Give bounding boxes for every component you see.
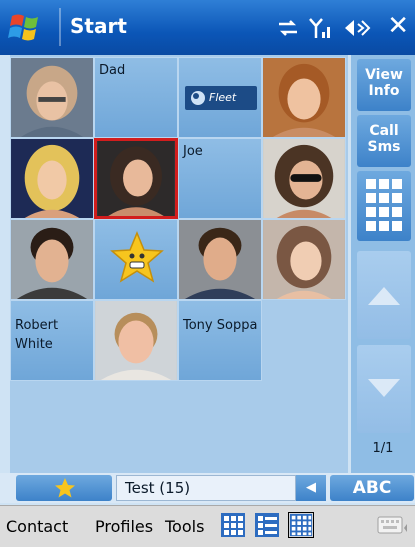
keyboard-icon[interactable] bbox=[377, 514, 409, 538]
empty-tile bbox=[262, 300, 346, 381]
contact-tile-fleet[interactable]: Fleet bbox=[178, 57, 262, 138]
call-sms-label: Call Sms bbox=[367, 123, 401, 155]
fleet-globe-icon bbox=[191, 91, 205, 105]
windows-start-icon[interactable] bbox=[8, 12, 44, 42]
menu-contact[interactable]: Contact bbox=[6, 517, 68, 536]
contact-name: Dad bbox=[99, 63, 126, 78]
call-sms-button[interactable]: Call Sms bbox=[357, 115, 411, 167]
side-button-panel: View Info Call Sms 1/1 bbox=[351, 55, 415, 473]
filter-left-arrow-button[interactable]: ◀ bbox=[296, 475, 326, 501]
contact-photo bbox=[263, 220, 345, 299]
star-icon bbox=[55, 478, 75, 498]
contact-tile-photo-2[interactable] bbox=[262, 57, 346, 138]
volume-icon[interactable] bbox=[342, 16, 372, 40]
title-bar: Start ✕ bbox=[0, 0, 415, 55]
contact-tile-star[interactable] bbox=[94, 219, 178, 300]
contact-tile-dad[interactable]: Dad bbox=[94, 57, 178, 138]
contact-name: Joe bbox=[183, 144, 203, 159]
contact-photo bbox=[263, 139, 345, 218]
contact-photo bbox=[11, 220, 93, 299]
contact-photo bbox=[263, 58, 345, 137]
favorites-button[interactable] bbox=[16, 475, 112, 501]
contact-tile-photo-selected[interactable] bbox=[94, 138, 178, 219]
contact-photo bbox=[97, 141, 175, 216]
large-grid-view-icon[interactable] bbox=[288, 512, 314, 538]
arrow-up-icon bbox=[368, 287, 400, 305]
contact-grid: Dad Fleet Joe Robert White Tony Soppa bbox=[10, 55, 348, 473]
menu-profiles[interactable]: Profiles bbox=[95, 517, 153, 536]
group-filter-field[interactable]: Test (15) bbox=[116, 475, 296, 501]
contact-photo bbox=[11, 58, 93, 137]
contact-tile-photo-3[interactable] bbox=[10, 138, 94, 219]
contact-tile-tony-soppa[interactable]: Tony Soppa bbox=[178, 300, 262, 381]
filter-bar: Test (15) ◀ ABC bbox=[0, 473, 415, 503]
contact-photo bbox=[11, 139, 93, 218]
connectivity-icon[interactable] bbox=[276, 16, 300, 40]
contact-tile-photo-4[interactable] bbox=[262, 138, 346, 219]
contact-name: Robert White bbox=[15, 318, 59, 352]
close-button[interactable]: ✕ bbox=[387, 11, 409, 41]
fleet-label: Fleet bbox=[209, 91, 237, 104]
scroll-down-button[interactable] bbox=[357, 345, 411, 433]
page-title[interactable]: Start bbox=[70, 14, 127, 38]
keypad-icon bbox=[366, 179, 402, 231]
view-info-label: View Info bbox=[365, 67, 403, 99]
contact-photo bbox=[179, 220, 261, 299]
star-smiley-icon bbox=[110, 231, 164, 283]
list-view-icon[interactable] bbox=[254, 512, 280, 538]
scroll-up-button[interactable] bbox=[357, 251, 411, 339]
title-separator bbox=[59, 8, 61, 46]
contact-tile-photo-8[interactable] bbox=[94, 300, 178, 381]
menu-tools[interactable]: Tools bbox=[165, 517, 204, 536]
contact-tile-photo-7[interactable] bbox=[262, 219, 346, 300]
arrow-down-icon bbox=[368, 379, 400, 397]
contact-tile-joe[interactable]: Joe bbox=[178, 138, 262, 219]
page-indicator: 1/1 bbox=[372, 441, 394, 456]
grid-view-icon[interactable] bbox=[220, 512, 246, 538]
contact-photo bbox=[95, 301, 177, 380]
contact-tile-robert-white[interactable]: Robert White bbox=[10, 300, 94, 381]
contact-tile-photo-1[interactable] bbox=[10, 57, 94, 138]
view-info-button[interactable]: View Info bbox=[357, 59, 411, 111]
contact-tile-photo-5[interactable] bbox=[10, 219, 94, 300]
abc-button[interactable]: ABC bbox=[330, 475, 414, 501]
keypad-button[interactable] bbox=[357, 171, 411, 241]
contact-name: Tony Soppa bbox=[183, 318, 258, 333]
contact-tile-photo-6[interactable] bbox=[178, 219, 262, 300]
menu-bar: Contact Profiles Tools bbox=[0, 505, 415, 547]
signal-strength-icon[interactable] bbox=[308, 16, 334, 40]
fleet-logo: Fleet bbox=[185, 86, 257, 110]
